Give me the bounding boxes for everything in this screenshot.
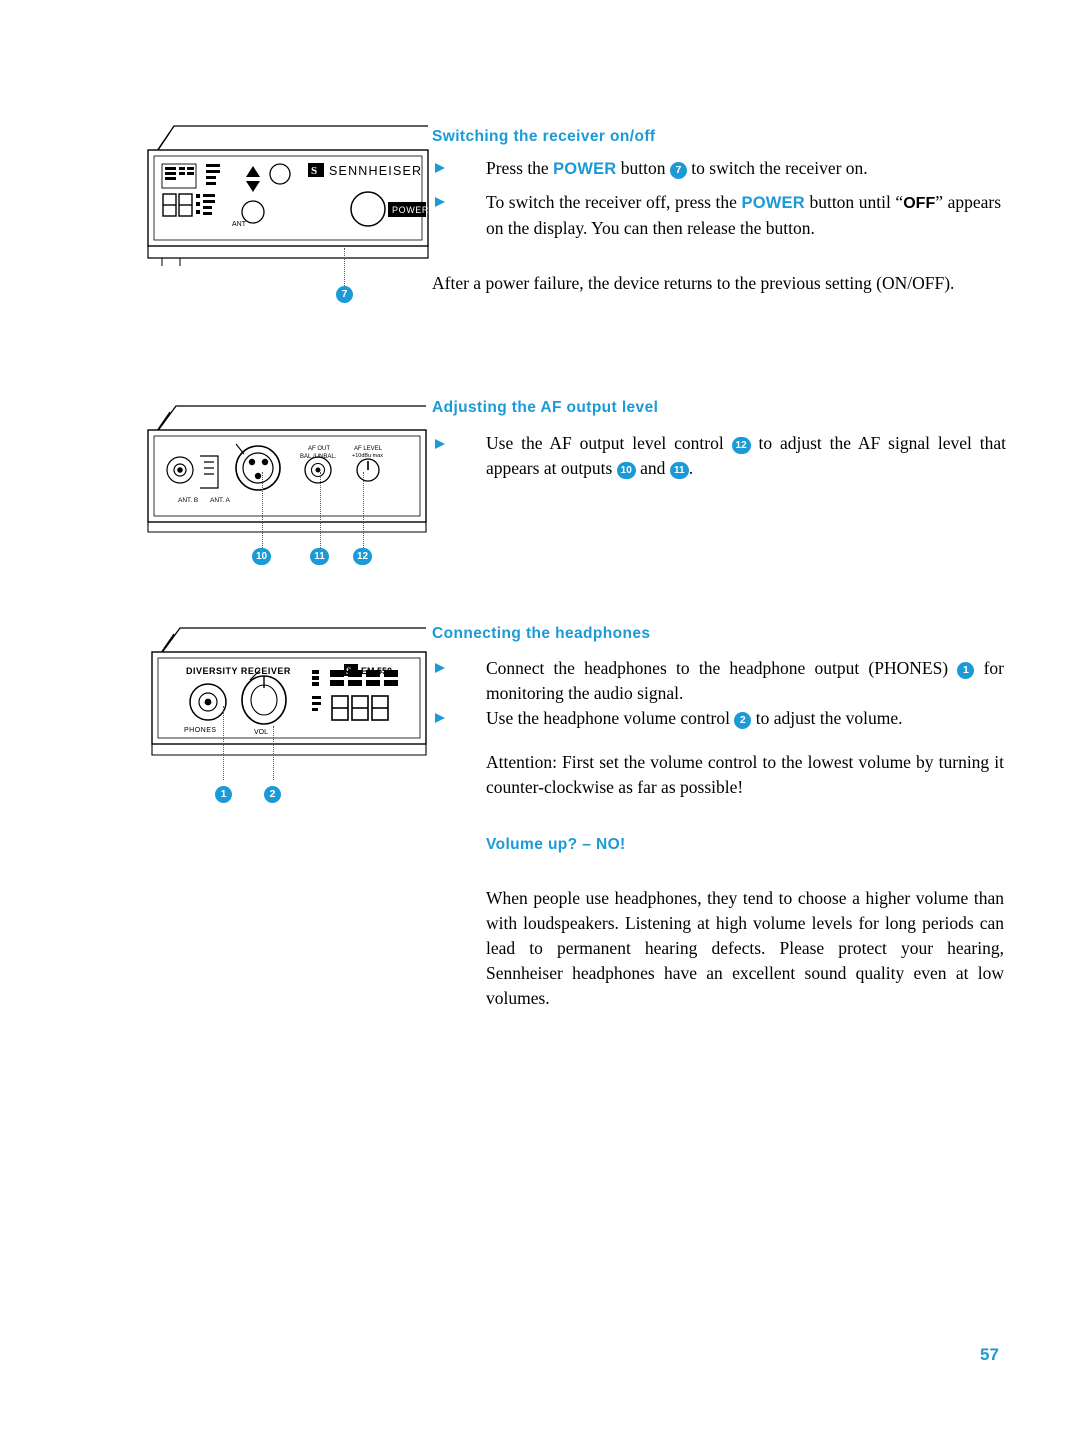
- text-adjust-volume: to adjust the volume.: [751, 708, 903, 728]
- paragraph-volume-warning: When people use headphones, they tend to…: [486, 888, 1004, 1008]
- bullet-marker: [434, 712, 446, 724]
- leader-line-1: [223, 706, 224, 780]
- svg-text:DIVERSITY RECEIVER: DIVERSITY RECEIVER: [186, 666, 291, 676]
- inline-badge-2: 2: [734, 712, 752, 729]
- bullet-connect-headphones: Connect the headphones to the headphone …: [486, 656, 1004, 706]
- figure-callout-12: 12: [353, 548, 372, 565]
- heading-switching-receiver: Switching the receiver on/off: [432, 128, 656, 145]
- svg-text:SENNHEISER: SENNHEISER: [329, 164, 422, 178]
- figure-callout-10: 10: [252, 548, 271, 565]
- text-and: and: [635, 458, 670, 478]
- bullet-power-off: To switch the receiver off, press the PO…: [486, 190, 1001, 241]
- note-power-failure: After a power failure, the device return…: [432, 273, 955, 293]
- text-until: button until “: [804, 192, 904, 212]
- svg-text:BAL./UNBAL.: BAL./UNBAL.: [300, 454, 337, 460]
- inline-badge-7: 7: [669, 162, 687, 179]
- heading-connecting-headphones: Connecting the headphones: [432, 625, 651, 642]
- page-number: 57: [980, 1345, 999, 1364]
- bullet-marker: [434, 162, 446, 174]
- keyword-power: POWER: [553, 160, 617, 178]
- figure-callout-7: 7: [336, 286, 353, 303]
- text-button: button: [616, 158, 670, 178]
- keyword-off: OFF: [903, 195, 936, 212]
- inline-badge-12: 12: [731, 437, 751, 454]
- figure-callout-1: 1: [215, 786, 232, 803]
- figure-callout-11: 11: [310, 548, 329, 565]
- leader-line-2: [273, 726, 274, 780]
- svg-text:S: S: [311, 165, 317, 177]
- attention-note: Attention: First set the volume control …: [486, 752, 1004, 797]
- figure-receiver-rear-af: ANT. B ANT. A AF OUT BAL./UNBAL. AF LEVE…: [140, 398, 430, 558]
- leader-line-11: [320, 472, 321, 548]
- leader-line-7: [344, 248, 345, 286]
- text-period: .: [688, 458, 694, 478]
- svg-text:PHONES: PHONES: [184, 727, 217, 734]
- text-connect-prefix: Connect the headphones to the headphone …: [486, 658, 958, 678]
- svg-text:AF LEVEL: AF LEVEL: [354, 446, 383, 452]
- text-use-af-control: Use the AF output level control: [486, 433, 732, 453]
- figure-receiver-front-headphones: DIVERSITY RECEIVER S EM 550 PHONES VOL: [140, 618, 430, 778]
- leader-line-12: [363, 472, 364, 548]
- manual-page: ANT S SENNHEISER POWER 7 Switching the r…: [0, 0, 1080, 1437]
- figure-callout-2: 2: [264, 786, 281, 803]
- text-use-volume-prefix: Use the headphone volume control: [486, 708, 735, 728]
- inline-badge-10: 10: [616, 462, 636, 479]
- inline-badge-1: 1: [957, 662, 975, 679]
- heading-adjusting-af: Adjusting the AF output level: [432, 399, 659, 416]
- bullet-marker: [434, 196, 446, 208]
- bullet-volume-control: Use the headphone volume control 2 to ad…: [486, 706, 1004, 731]
- svg-text:AF OUT: AF OUT: [308, 446, 330, 452]
- figure-receiver-front-power: ANT S SENNHEISER POWER: [140, 120, 430, 280]
- text-press-the: Press the: [486, 158, 554, 178]
- heading-volume-warning: Volume up? – NO!: [486, 836, 626, 853]
- bullet-af-level: Use the AF output level control 12 to ad…: [486, 431, 1006, 481]
- bullet-marker: [434, 438, 446, 450]
- keyword-power-2: POWER: [741, 194, 805, 212]
- svg-text:VOL: VOL: [254, 729, 268, 736]
- text-switch-on: to switch the receiver on.: [686, 158, 868, 178]
- inline-badge-11: 11: [669, 462, 689, 479]
- svg-text:ANT. B: ANT. B: [178, 497, 198, 504]
- svg-text:+10dBu max: +10dBu max: [352, 453, 383, 459]
- svg-text:ANT: ANT: [232, 221, 247, 228]
- bullet-marker: [434, 662, 446, 674]
- svg-text:POWER: POWER: [392, 205, 429, 215]
- svg-text:ANT. A: ANT. A: [210, 497, 231, 504]
- text-switch-off-prefix: To switch the receiver off, press the: [486, 192, 742, 212]
- leader-line-10: [262, 472, 263, 548]
- bullet-power-on: Press the POWER button 7 to switch the r…: [486, 156, 1006, 182]
